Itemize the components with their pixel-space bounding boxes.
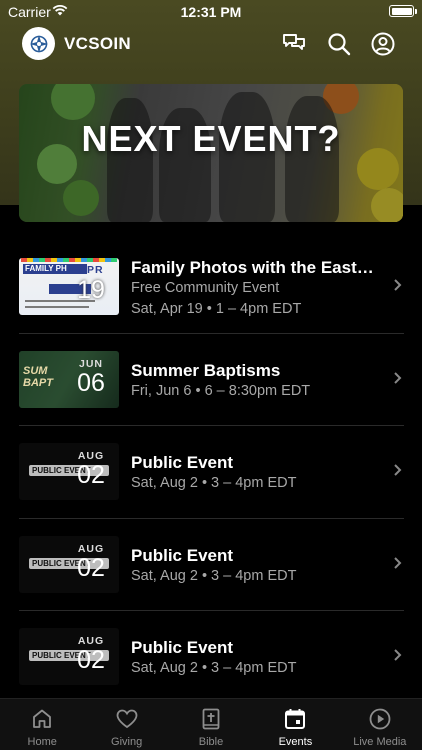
tab-label: Bible [198,736,224,748]
home-icon [33,709,52,728]
event-thumbnail: PUBLIC EVENT AUG 02 [19,443,119,500]
search-icon[interactable] [326,31,352,57]
status-bar: Carrier 12:31 PM [0,0,422,24]
tab-bible[interactable]: Bible [169,699,253,750]
event-title: Family Photos with the Easter... [131,258,383,277]
event-date: Sat, Aug 2 • 3 – 4pm EDT [131,567,297,584]
event-day: 02 [77,553,105,582]
tab-label: Live Media [353,736,407,748]
event-item[interactable]: PUBLIC EVENT AUG 02 Public Event Sat, Au… [0,610,422,703]
chevron-right-icon [394,279,402,291]
calendar-icon [285,709,306,729]
event-day: 19 [77,276,105,304]
event-thumbnail: SUM BAPT JUN 06 [19,350,119,408]
event-thumbnail: PUBLIC EVENT AUG 02 [19,535,119,593]
events-list: FAMILY PH APR 19 Family Photos with the … [0,240,422,703]
banner-title: NEXT EVENT? [81,118,341,159]
event-item[interactable]: FAMILY PH APR 19 Family Photos with the … [0,240,422,333]
play-circle-icon [369,708,391,730]
tab-events[interactable]: Events [253,699,337,750]
tab-giving[interactable]: Giving [84,699,168,750]
event-title: Public Event [131,638,234,657]
event-item[interactable]: PUBLIC EVENT AUG 02 Public Event Sat, Au… [0,517,422,611]
tab-label: Events [278,736,313,748]
event-day: 02 [77,461,105,489]
event-date: Sat, Apr 19 • 1 – 4pm EDT [131,301,302,317]
event-date: Sat, Aug 2 • 3 – 4pm EDT [131,475,297,491]
event-date: Fri, Jun 6 • 6 – 8:30pm EDT [131,382,311,399]
chevron-right-icon [394,371,402,384]
event-subtitle: Free Community Event [131,280,280,296]
battery-icon [389,5,417,17]
status-time: 12:31 PM [180,4,242,20]
event-thumbnail: PUBLIC EVENT AUG 02 [19,628,119,685]
bible-icon [202,708,220,730]
event-title: Summer Baptisms [131,360,281,380]
logo-emblem-icon [29,34,48,53]
tab-live-media[interactable]: Live Media [338,699,422,750]
account-icon[interactable] [370,31,396,57]
event-item[interactable]: PUBLIC EVENT AUG 02 Public Event Sat, Au… [0,425,422,518]
event-date: Sat, Aug 2 • 3 – 4pm EDT [131,660,297,676]
event-day: 06 [77,368,105,397]
chevron-right-icon [394,556,402,569]
event-thumbnail: FAMILY PH APR 19 [19,258,119,315]
event-title: Public Event [131,545,234,565]
church-logo[interactable] [22,27,55,60]
heart-icon [116,709,138,729]
event-title: Public Event [131,453,234,472]
tab-bar: Home Giving Bible Events Live Media [0,698,422,750]
tab-home[interactable]: Home [0,699,84,750]
event-month: APR [78,264,104,276]
next-event-banner[interactable]: NEXT EVENT? [19,84,403,222]
tab-label: Giving [111,736,143,748]
event-item[interactable]: SUM BAPT JUN 06 Summer Baptisms Fri, Jun… [0,332,422,426]
tab-label: Home [27,736,57,748]
chat-icon[interactable] [281,31,307,57]
chevron-right-icon [394,464,402,476]
app-bar: VCSOIN [0,24,422,66]
chevron-right-icon [394,649,402,661]
app-title: VCSOIN [64,34,131,53]
event-day: 02 [77,646,105,674]
